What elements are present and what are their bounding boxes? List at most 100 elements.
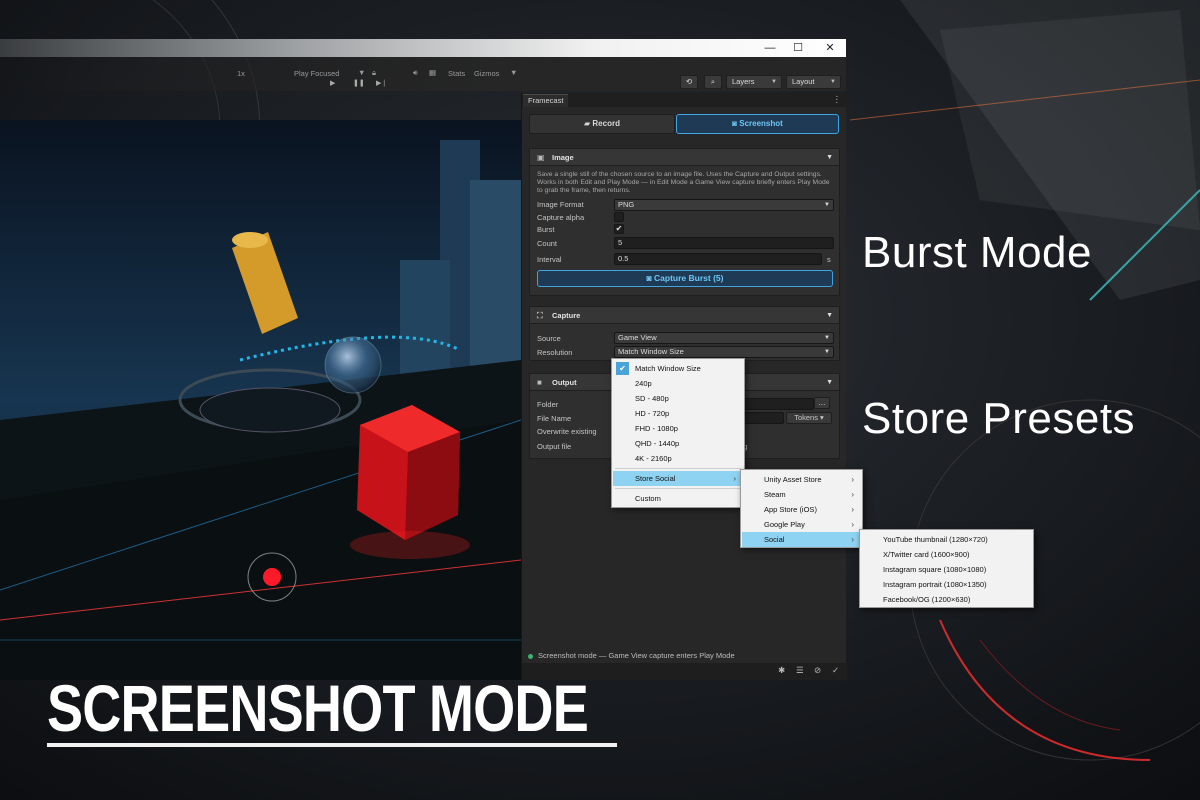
menu-separator: [615, 468, 741, 469]
record-label: Record: [592, 119, 620, 128]
output-section-title: Output: [552, 378, 577, 387]
folder-icon: ■: [537, 378, 542, 387]
image-icon: ▣: [537, 153, 545, 162]
social-submenu: YouTube thumbnail (1280×720) X/Twitter c…: [859, 529, 1034, 608]
image-section-header[interactable]: ▣ Image ▼: [530, 149, 839, 166]
collapse-icon: ▼: [826, 379, 833, 386]
menu-item-google-play[interactable]: Google Play ›: [742, 517, 861, 532]
file-name-label: File Name: [537, 414, 572, 423]
record-mode-button[interactable]: ▰ Record: [529, 114, 675, 134]
image-format-dropdown[interactable]: PNG ▼: [614, 199, 834, 211]
menu-item-facebook-og[interactable]: Facebook/OG (1200×630): [861, 592, 1032, 607]
burst-checkbox[interactable]: ✔: [614, 224, 624, 234]
play-focused-dropdown[interactable]: Play Focused: [294, 69, 339, 78]
resolution-dropdown[interactable]: Match Window Size ▼: [614, 346, 834, 358]
tab-framecast[interactable]: Framecast: [523, 94, 569, 107]
capture-section-header[interactable]: ⛶ Capture ▼: [530, 307, 839, 324]
resolution-menu: ✔ Match Window Size 240p SD - 480p HD - 7…: [611, 358, 745, 508]
menu-item-unity-asset-store[interactable]: Unity Asset Store ›: [742, 472, 861, 487]
menu-item-label: Google Play: [764, 520, 805, 529]
menu-item-custom[interactable]: Custom: [613, 491, 743, 506]
burst-label: Burst: [537, 225, 555, 234]
gizmos-button[interactable]: Gizmos: [474, 69, 499, 78]
status-bar: Screenshot mode — Game View capture ente…: [522, 649, 847, 663]
scale-label: 1x: [237, 69, 245, 78]
gizmos-caret-icon[interactable]: ▼: [510, 68, 517, 77]
collapse-icon: ▼: [826, 154, 833, 161]
panel-menu-icon[interactable]: ⋮: [833, 94, 842, 105]
source-dropdown[interactable]: Game View ▼: [614, 332, 834, 344]
gallery-icon[interactable]: ▦: [429, 68, 436, 77]
menu-item-store-social[interactable]: Store Social ›: [613, 471, 743, 486]
menu-item-1080p[interactable]: FHD - 1080p: [613, 421, 743, 436]
search-icon[interactable]: ⌕: [704, 75, 722, 89]
layers-label: Layers: [732, 77, 755, 86]
image-description: Save a single still of the chosen source…: [537, 171, 830, 195]
menu-item-480p[interactable]: SD - 480p: [613, 391, 743, 406]
menu-item-instagram-square[interactable]: Instagram square (1080×1080): [861, 562, 1032, 577]
collab-icon[interactable]: ⊘: [814, 665, 821, 676]
menu-item-720p[interactable]: HD - 720p: [613, 406, 743, 421]
capture-alpha-checkbox[interactable]: [614, 212, 624, 222]
layers-dropdown[interactable]: Layers ▼: [726, 75, 782, 89]
interval-label: Interval: [537, 255, 562, 264]
stats-button[interactable]: Stats: [448, 69, 465, 78]
history-icon[interactable]: ⟲: [680, 75, 698, 89]
menu-item-2160p[interactable]: 4K - 2160p: [613, 451, 743, 466]
menu-item-label: Unity Asset Store: [764, 475, 822, 484]
menu-item-app-store[interactable]: App Store (iOS) ›: [742, 502, 861, 517]
menu-item-twitter-card[interactable]: X/Twitter card (1600×900): [861, 547, 1032, 562]
collapse-icon: ▼: [826, 312, 833, 319]
submenu-arrow-icon: ›: [851, 505, 854, 514]
browse-folder-button[interactable]: ...: [814, 397, 830, 409]
menu-item-match-window[interactable]: ✔ Match Window Size: [613, 361, 743, 376]
overwrite-label: Overwrite existing: [537, 427, 597, 436]
dropdown-caret-icon: ▼: [824, 335, 830, 341]
capture-alpha-label: Capture alpha: [537, 213, 585, 222]
close-button[interactable]: ✕: [820, 41, 840, 55]
submenu-arrow-icon: ›: [851, 535, 854, 544]
count-field[interactable]: 5: [614, 237, 834, 249]
tokens-dropdown[interactable]: Tokens ▾: [786, 412, 832, 424]
maximize-button[interactable]: ☐: [788, 41, 808, 55]
submenu-arrow-icon: ›: [851, 490, 854, 499]
check-circle-icon[interactable]: ✓: [832, 665, 839, 676]
submenu-arrow-icon: ›: [733, 474, 736, 483]
layers-stack-icon[interactable]: ☰: [796, 665, 804, 676]
screenshot-mode-button[interactable]: ◙ Screenshot: [676, 114, 839, 134]
count-label: Count: [537, 239, 558, 248]
menu-item-1440p[interactable]: QHD - 1440p: [613, 436, 743, 451]
interval-unit: s: [827, 255, 831, 264]
menu-separator: [615, 488, 741, 489]
submenu-arrow-icon: ›: [851, 475, 854, 484]
screenshot-label: Screenshot: [739, 119, 783, 128]
menu-item-label: App Store (iOS): [764, 505, 817, 514]
play-focused-caret-icon: ▼: [358, 68, 366, 77]
image-section-title: Image: [552, 153, 574, 162]
resolution-value: Match Window Size: [618, 347, 684, 356]
audio-icon[interactable]: 🔊︎: [413, 68, 418, 78]
lock-icon[interactable]: 🔒︎: [372, 68, 376, 78]
menu-item-240p[interactable]: 240p: [613, 376, 743, 391]
interval-field[interactable]: 0.5: [614, 253, 822, 265]
crop-icon: ⛶: [537, 311, 543, 320]
menu-item-label: Match Window Size: [635, 364, 701, 373]
status-text: Screenshot mode — Game View capture ente…: [538, 651, 735, 660]
menu-item-steam[interactable]: Steam ›: [742, 487, 861, 502]
bug-icon[interactable]: ✱: [778, 665, 785, 676]
menu-item-instagram-portrait[interactable]: Instagram portrait (1080×1350): [861, 577, 1032, 592]
resolution-label: Resolution: [537, 348, 573, 357]
source-value: Game View: [618, 333, 657, 342]
menu-item-youtube-thumbnail[interactable]: YouTube thumbnail (1280×720): [861, 532, 1032, 547]
title-bar: — ☐ ✕: [0, 39, 846, 57]
minimize-button[interactable]: —: [760, 41, 780, 55]
menu-item-social[interactable]: Social ›: [742, 532, 861, 547]
store-presets-callout: Store Presets: [862, 394, 1136, 443]
dropdown-caret-icon: ▼: [824, 349, 830, 355]
capture-burst-button[interactable]: ◙ Capture Burst (5): [537, 270, 833, 287]
layout-dropdown[interactable]: Layout ▼: [786, 75, 841, 89]
image-section: ▣ Image ▼ Save a single still of the chose…: [529, 148, 840, 296]
store-submenu: Unity Asset Store › Steam › App Store (iOS…: [740, 469, 863, 548]
capture-burst-label: Capture Burst (5): [654, 273, 724, 283]
camera-icon: ◙: [646, 273, 655, 283]
